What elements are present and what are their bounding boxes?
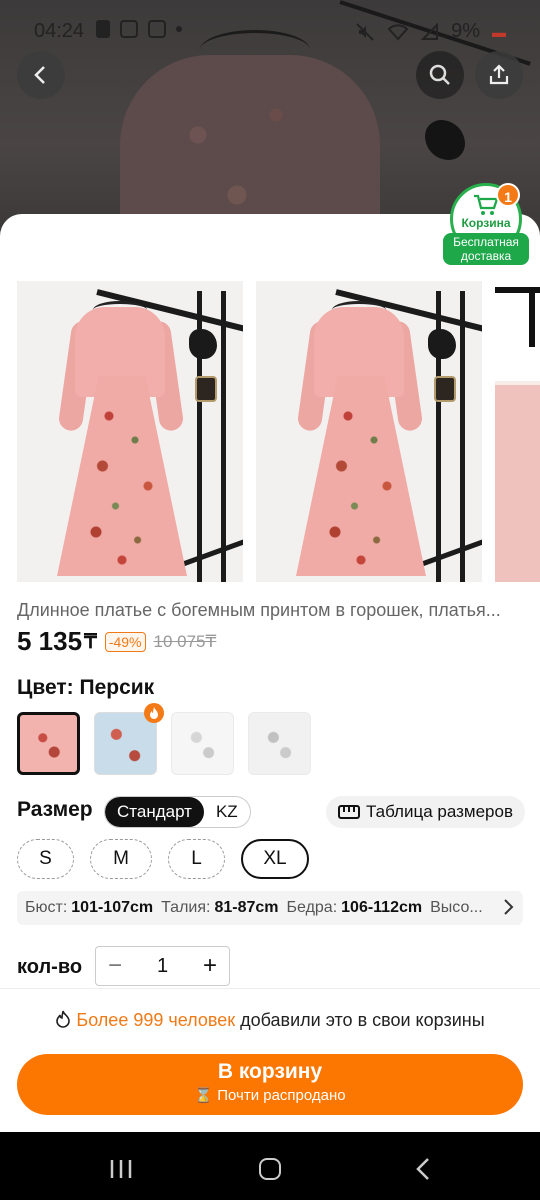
- chevron-right-icon: [504, 899, 514, 915]
- battery-percent: 9%: [451, 20, 480, 42]
- discount-badge: -49%: [104, 631, 146, 652]
- dot-icon: [176, 26, 182, 32]
- price-row: 5 135 ₸ -49% 10 075₸: [17, 626, 216, 657]
- status-system-icons: 9% ▬: [355, 20, 506, 43]
- cart-count-badge: 1: [496, 183, 520, 207]
- cart-widget[interactable]: Корзина 1 Бесплатная доставка: [443, 183, 529, 265]
- product-photo-3[interactable]: [495, 281, 540, 582]
- instagram-icon: [120, 20, 138, 38]
- rack-pole: [460, 291, 465, 582]
- bow-decoration: [189, 329, 217, 359]
- quantity-stepper: − 1 +: [95, 946, 230, 986]
- back-button[interactable]: [17, 51, 65, 99]
- bag-decoration: [195, 376, 217, 402]
- bg-bow: [425, 120, 465, 160]
- color-swatch-blue[interactable]: [94, 712, 157, 775]
- currency: ₸: [84, 631, 97, 653]
- social-proof-text: добавили это в свои корзины: [235, 1010, 485, 1030]
- status-bar: 04:24 9% ▬: [0, 0, 540, 60]
- product-photo-1[interactable]: [17, 281, 243, 582]
- battery-saver-icon: [96, 20, 110, 38]
- size-option-s[interactable]: S: [17, 839, 74, 879]
- size-system-standard[interactable]: Стандарт: [105, 797, 204, 827]
- hips-key: Бедра:: [286, 899, 338, 916]
- mute-icon: [356, 22, 374, 41]
- hourglass-icon: ⌛: [194, 1087, 214, 1104]
- status-notification-icons: [96, 20, 182, 38]
- search-button[interactable]: [416, 51, 464, 99]
- system-navigation-bar: [0, 1132, 540, 1200]
- product-image-gallery[interactable]: [17, 281, 540, 582]
- bust-value: 101-107cm: [71, 899, 154, 916]
- size-chart-button[interactable]: Таблица размеров: [326, 796, 525, 828]
- wifi-icon: [387, 23, 409, 40]
- fire-icon: [144, 703, 164, 723]
- search-icon: [429, 64, 450, 85]
- size-chart-label: Таблица размеров: [366, 802, 513, 821]
- color-label: Цвет: Персик: [17, 676, 155, 699]
- ruler-icon: [338, 805, 360, 819]
- quantity-label: кол-во: [17, 956, 83, 978]
- color-swatch-white[interactable]: [171, 712, 234, 775]
- gallery-icon: [148, 20, 166, 38]
- rack-pole: [221, 291, 226, 582]
- flame-outline-icon: [56, 1010, 71, 1028]
- social-proof: Более 999 человек добавили это в свои ко…: [0, 1010, 540, 1031]
- social-proof-highlight: Более 999 человек: [76, 1010, 236, 1030]
- color-swatches: [17, 712, 311, 775]
- rack-pole: [529, 287, 535, 347]
- low-stock-text: Почти распродано: [217, 1087, 346, 1104]
- size-label: Размер: [17, 798, 93, 821]
- chevron-left-icon: [34, 66, 45, 84]
- product-options-sheet: Длинное платье с богемным принтом в горо…: [0, 214, 540, 1132]
- add-to-cart-button[interactable]: В корзину ⌛ Почти распродано: [17, 1054, 523, 1115]
- old-price: 10 075₸: [153, 631, 217, 651]
- price: 5 135: [17, 626, 83, 656]
- quantity-decrease-button[interactable]: −: [96, 947, 134, 985]
- bg-dress: [120, 55, 380, 240]
- share-button[interactable]: [475, 51, 523, 99]
- waist-key: Талия:: [161, 899, 211, 916]
- back-nav-icon[interactable]: [414, 1156, 432, 1182]
- color-swatch-peach[interactable]: [17, 712, 80, 775]
- quantity-value[interactable]: 1: [134, 955, 191, 978]
- size-options: S M L XL: [17, 839, 309, 879]
- product-photo-2[interactable]: [256, 281, 482, 582]
- status-time: 04:24: [34, 20, 85, 42]
- cart-label: Корзина: [461, 216, 511, 230]
- quantity-increase-button[interactable]: +: [191, 947, 229, 985]
- add-to-cart-label: В корзину: [217, 1060, 323, 1083]
- size-system-kz[interactable]: KZ: [204, 797, 250, 827]
- size-measurements[interactable]: Бюст: 101-107cm Талия: 81-87cm Бедра: 10…: [17, 891, 523, 925]
- hips-value: 106-112cm: [341, 899, 423, 916]
- size-system-toggle: Стандарт KZ: [104, 796, 251, 828]
- size-option-m[interactable]: M: [90, 839, 152, 879]
- product-title: Длинное платье с богемным принтом в горо…: [17, 600, 501, 620]
- cart-icon: [474, 194, 499, 215]
- bust-key: Бюст:: [25, 899, 68, 916]
- recent-apps-icon[interactable]: [109, 1158, 133, 1180]
- size-option-xl[interactable]: XL: [241, 839, 309, 879]
- size-option-l[interactable]: L: [168, 839, 225, 879]
- more-key: Высо...: [430, 899, 483, 916]
- free-shipping-badge: Бесплатная доставка: [443, 233, 529, 265]
- signal-icon: [421, 22, 439, 40]
- waist-value: 81-87cm: [214, 899, 279, 916]
- share-icon: [489, 64, 509, 85]
- battery-icon: ▬: [492, 23, 506, 40]
- color-swatch-gray[interactable]: [248, 712, 311, 775]
- divider: [0, 988, 540, 989]
- low-stock-note: ⌛ Почти распродано: [17, 1086, 523, 1104]
- bag-decoration: [434, 376, 456, 402]
- bow-decoration: [428, 329, 456, 359]
- dress-closeup: [495, 385, 540, 582]
- home-icon[interactable]: [259, 1158, 281, 1180]
